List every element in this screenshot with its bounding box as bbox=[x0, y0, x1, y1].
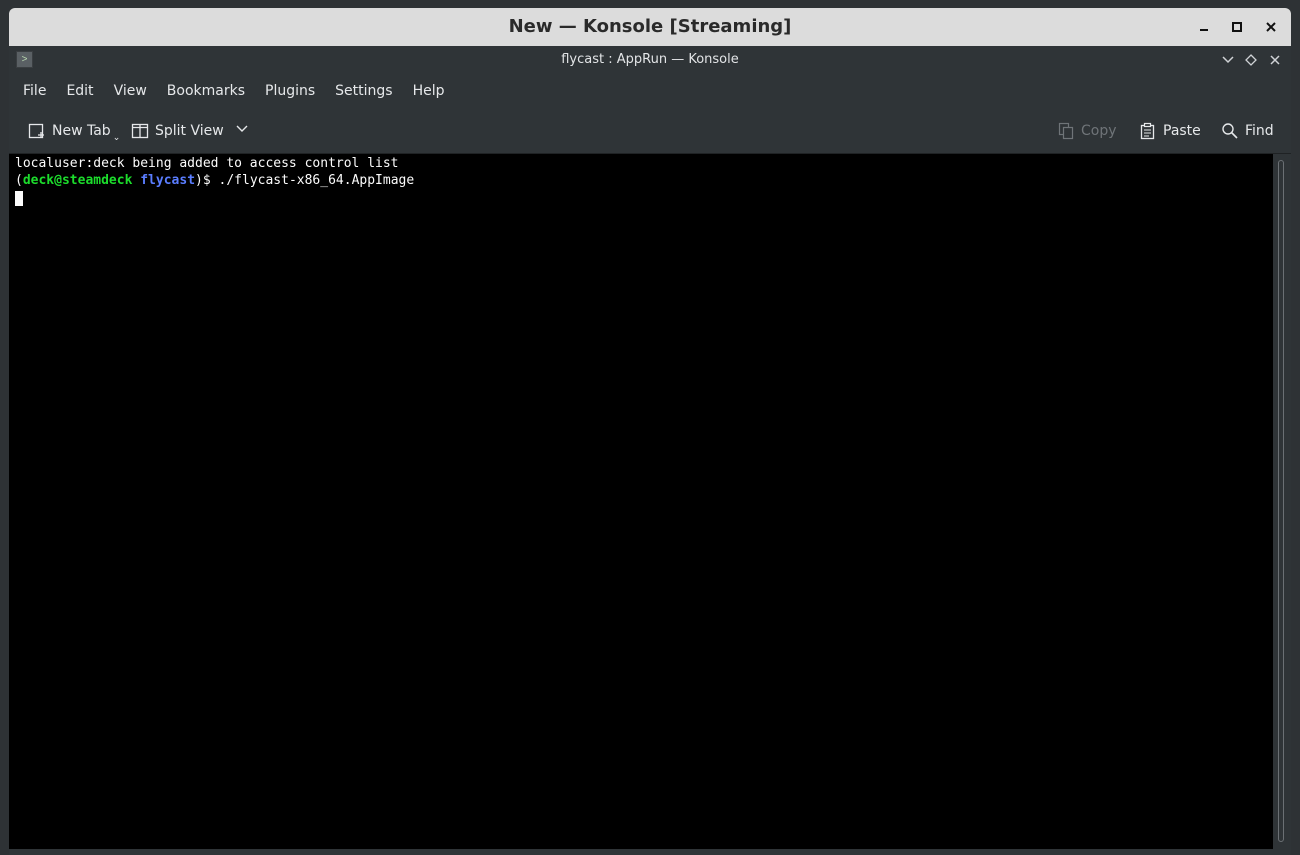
minimize-icon[interactable] bbox=[1193, 16, 1215, 38]
find-label: Find bbox=[1245, 123, 1274, 139]
new-tab-button[interactable]: New Tab ⌄ bbox=[28, 109, 120, 153]
menu-file[interactable]: File bbox=[13, 74, 56, 108]
split-view-button[interactable]: Split View bbox=[131, 109, 248, 153]
keep-above-icon[interactable] bbox=[1242, 51, 1260, 69]
menu-plugins[interactable]: Plugins bbox=[255, 74, 325, 108]
menu-bar: File Edit View Bookmarks Plugins Setting… bbox=[9, 74, 1295, 108]
konsole-window: flycast : AppRun — Konsole > File Edit V… bbox=[9, 46, 1291, 849]
menu-help[interactable]: Help bbox=[403, 74, 455, 108]
new-tab-icon bbox=[28, 122, 46, 140]
terminal-app-icon[interactable]: > bbox=[16, 51, 33, 68]
scrollbar-track[interactable] bbox=[1278, 160, 1284, 842]
chevron-down-icon[interactable] bbox=[1219, 51, 1237, 69]
maximize-icon[interactable] bbox=[1226, 16, 1248, 38]
window-bottom-edge bbox=[9, 849, 1291, 855]
split-view-icon bbox=[131, 122, 149, 140]
search-icon bbox=[1221, 122, 1239, 140]
menu-view[interactable]: View bbox=[104, 74, 157, 108]
terminal-command: ./flycast-x86_64.AppImage bbox=[218, 173, 415, 188]
prompt-open: ( bbox=[15, 173, 23, 188]
close-icon[interactable] bbox=[1260, 16, 1282, 38]
terminal-cursor bbox=[15, 191, 23, 206]
paste-icon bbox=[1139, 122, 1157, 140]
paste-label: Paste bbox=[1163, 123, 1201, 139]
new-tab-label: New Tab bbox=[52, 123, 111, 139]
copy-label: Copy bbox=[1081, 123, 1117, 139]
menu-edit[interactable]: Edit bbox=[56, 74, 103, 108]
menu-bookmarks[interactable]: Bookmarks bbox=[157, 74, 255, 108]
menu-settings[interactable]: Settings bbox=[325, 74, 402, 108]
copy-button[interactable]: Copy bbox=[1057, 109, 1117, 153]
konsole-close-icon[interactable] bbox=[1266, 51, 1284, 69]
copy-icon bbox=[1057, 122, 1075, 140]
terminal-prompt-line: (deck@steamdeck flycast)$ ./flycast-x86_… bbox=[15, 172, 414, 189]
prompt-cwd: flycast bbox=[140, 173, 196, 188]
stream-window-title: New — Konsole [Streaming] bbox=[508, 16, 792, 37]
prompt-close: )$ bbox=[195, 173, 219, 188]
prompt-user-host: deck@steamdeck bbox=[22, 173, 133, 188]
paste-button[interactable]: Paste bbox=[1139, 109, 1201, 153]
split-view-chevron-icon[interactable] bbox=[236, 123, 248, 139]
konsole-title: flycast : AppRun — Konsole bbox=[9, 46, 1291, 73]
terminal-line: localuser:deck being added to access con… bbox=[15, 156, 399, 171]
split-view-label: Split View bbox=[155, 123, 224, 139]
terminal-scrollbar[interactable] bbox=[1273, 154, 1291, 849]
find-button[interactable]: Find bbox=[1221, 109, 1274, 153]
terminal-output[interactable]: localuser:deck being added to access con… bbox=[9, 154, 1273, 849]
toolbar: New Tab ⌄ Split View Copy Paste Find bbox=[9, 109, 1291, 154]
new-tab-dropdown-icon[interactable]: ⌄ bbox=[113, 133, 121, 143]
